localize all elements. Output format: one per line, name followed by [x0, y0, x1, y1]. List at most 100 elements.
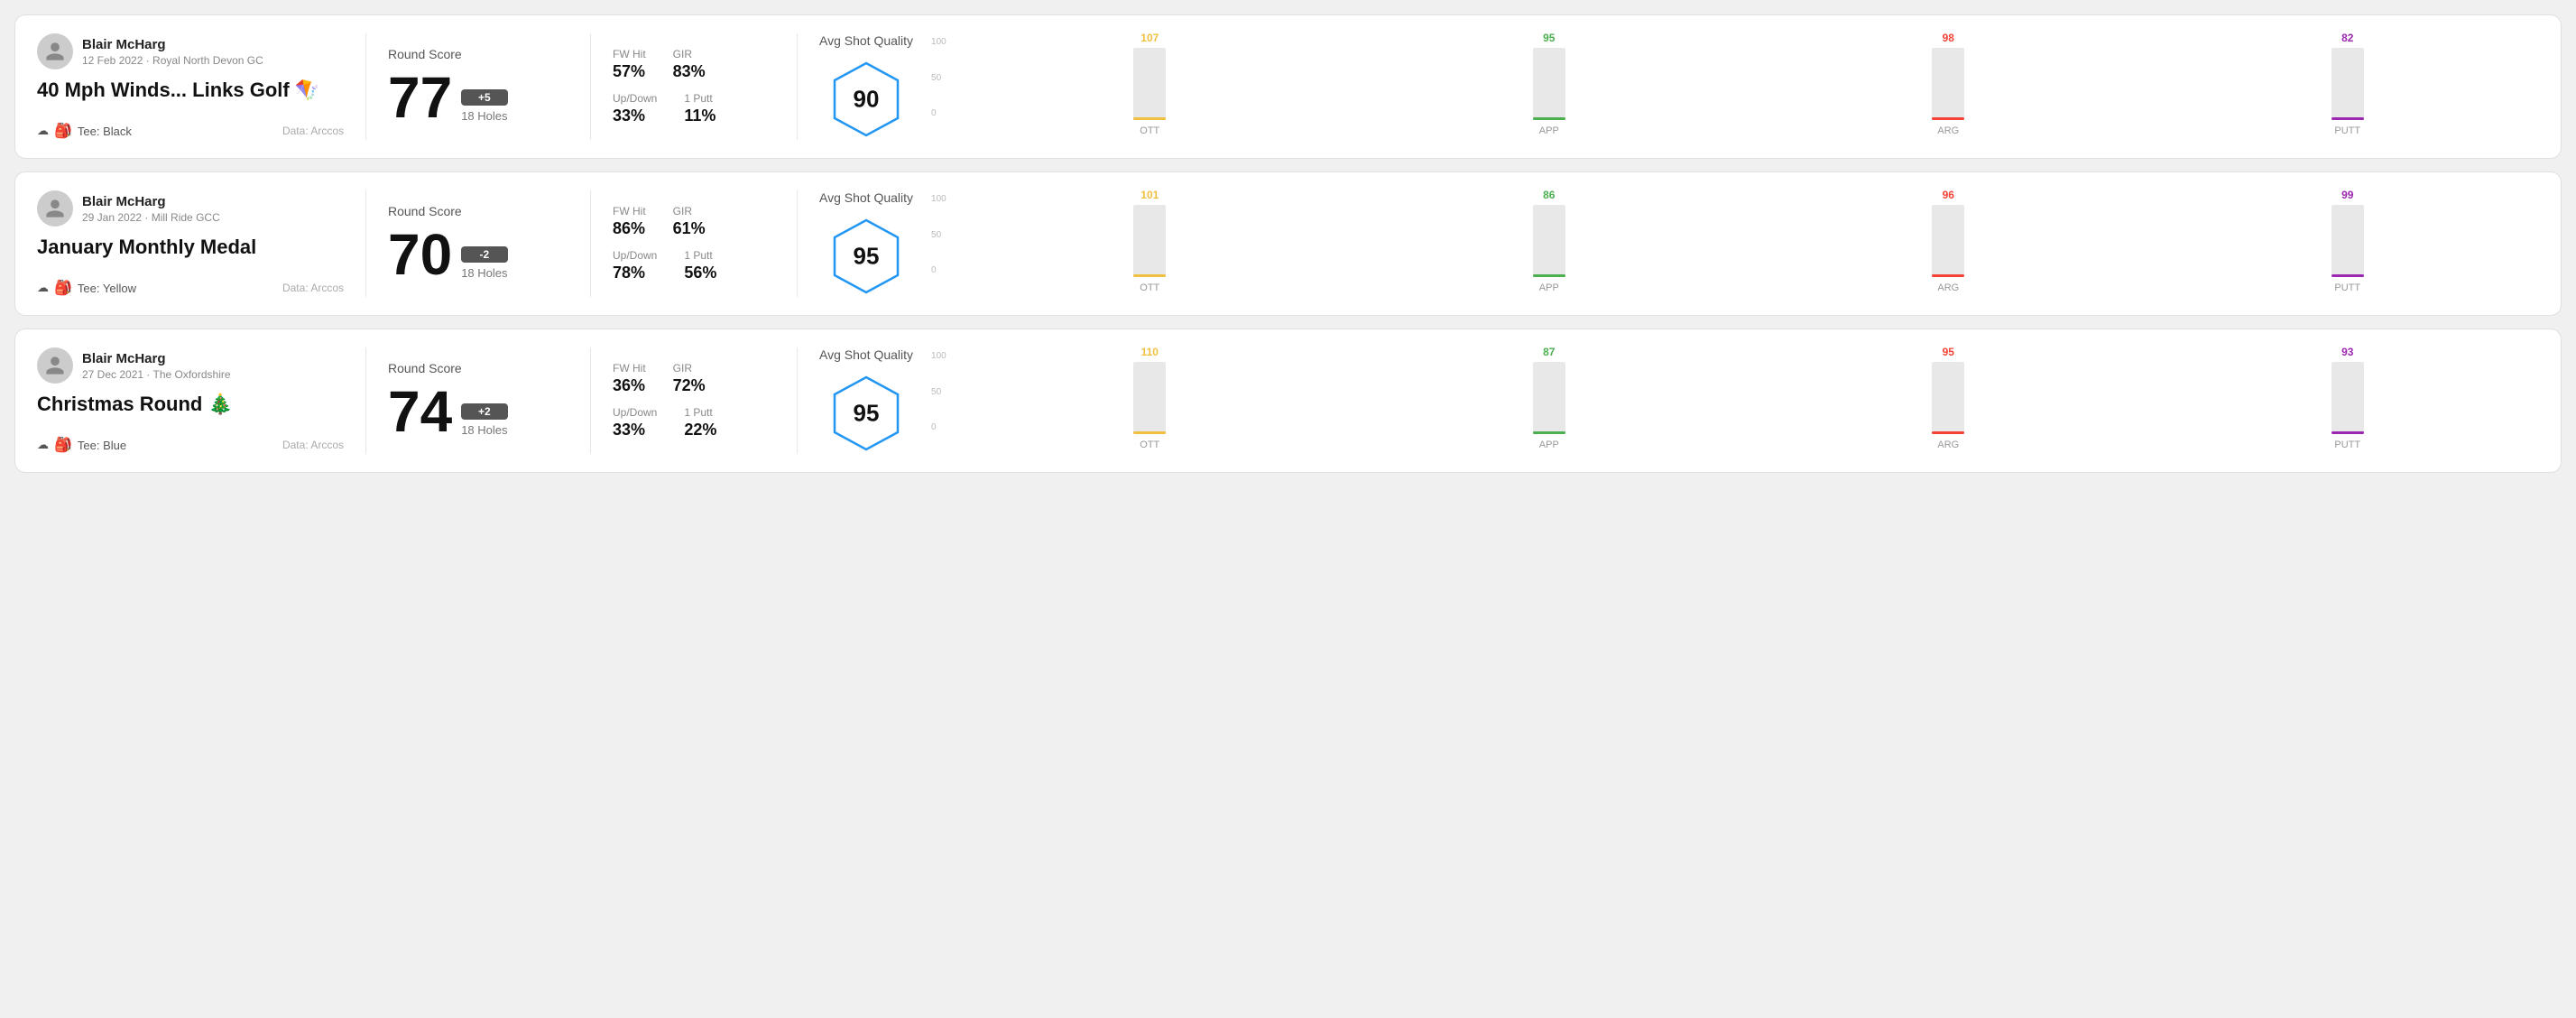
score-divider [590, 33, 591, 140]
stats-divider [797, 190, 798, 297]
bar-value-ott: 107 [1140, 32, 1159, 44]
bar-col-putt: 99 PUTT [2156, 189, 2540, 293]
card-stats: FW Hit 57% GIR 83% Up/Down 33% 1 Putt 11… [613, 33, 775, 140]
bar-bg-putt [2331, 205, 2364, 277]
round-card: Blair McHarg 29 Jan 2022 · Mill Ride GCC… [14, 171, 2562, 316]
bar-value-putt: 99 [2341, 189, 2353, 201]
bar-fill-app [1533, 431, 1565, 434]
stat-gir: GIR 72% [673, 362, 706, 395]
bag-icon: 🎒 [54, 436, 72, 454]
bar-label-app: APP [1539, 440, 1559, 450]
bar-bg-app [1533, 362, 1565, 434]
bar-fill-ott [1133, 431, 1166, 434]
y-axis: 100 50 0 [931, 194, 946, 275]
stat-fw-hit-value: 57% [613, 62, 646, 81]
y-label-50: 50 [931, 73, 946, 83]
user-name: Blair McHarg [82, 351, 231, 366]
stat-updown-label: Up/Down [613, 249, 657, 262]
card-quality: Avg Shot Quality 90 100 50 0 [819, 33, 2539, 140]
user-info: Blair McHarg 27 Dec 2021 · The Oxfordshi… [37, 347, 344, 384]
bar-bg-putt [2331, 48, 2364, 120]
score-divider [590, 190, 591, 297]
bar-label-arg: ARG [1937, 125, 1959, 136]
score-row: 77 +5 18 Holes [388, 69, 568, 126]
bar-col-arg: 95 ARG [1757, 346, 2140, 450]
stat-fw-hit: FW Hit 86% [613, 205, 646, 238]
card-score: Round Score 74 +2 18 Holes [388, 347, 568, 454]
bar-wrapper-putt [2156, 48, 2540, 120]
round-title: 40 Mph Winds... Links Golf 🪁 [37, 79, 344, 102]
bar-value-app: 95 [1543, 32, 1555, 44]
user-icon [44, 355, 66, 376]
bar-wrapper-putt [2156, 362, 2540, 434]
score-badge-holes: +2 18 Holes [461, 403, 507, 437]
bar-bg-ott [1133, 362, 1166, 434]
stat-gir-value: 72% [673, 376, 706, 395]
bar-bg-ott [1133, 48, 1166, 120]
bar-col-arg: 96 ARG [1757, 189, 2140, 293]
bar-label-arg: ARG [1937, 440, 1959, 450]
card-stats: FW Hit 86% GIR 61% Up/Down 78% 1 Putt 56… [613, 190, 775, 297]
y-axis: 100 50 0 [931, 351, 946, 432]
stat-updown-value: 33% [613, 421, 657, 440]
bag-icon: 🎒 [54, 122, 72, 140]
quality-label: Avg Shot Quality [819, 33, 913, 48]
round-title: Christmas Round 🎄 [37, 393, 344, 416]
bar-value-arg: 96 [1943, 189, 1954, 201]
stat-fw-hit: FW Hit 57% [613, 48, 646, 81]
score-badge-holes: -2 18 Holes [461, 246, 507, 280]
bar-bg-arg [1932, 362, 1964, 434]
bar-fill-ott [1133, 274, 1166, 277]
stats-row-2: Up/Down 78% 1 Putt 56% [613, 249, 775, 282]
left-divider [365, 33, 366, 140]
score-divider [590, 347, 591, 454]
hexagon: 95 [826, 373, 907, 454]
score-label: Round Score [388, 47, 568, 61]
tee-label: Tee: Blue [78, 439, 126, 452]
bar-col-app: 95 APP [1358, 32, 1741, 136]
stat-fw-hit: FW Hit 36% [613, 362, 646, 395]
tee-info: ☁ 🎒 Tee: Yellow [37, 279, 136, 297]
y-label-100: 100 [931, 351, 946, 361]
bar-fill-putt [2331, 274, 2364, 277]
quality-label: Avg Shot Quality [819, 347, 913, 362]
card-left: Blair McHarg 29 Jan 2022 · Mill Ride GCC… [37, 190, 344, 297]
bar-fill-app [1533, 274, 1565, 277]
stat-oneputt-label: 1 Putt [684, 406, 716, 419]
score-row: 70 -2 18 Holes [388, 226, 568, 283]
stat-oneputt-value: 11% [684, 106, 716, 125]
bar-wrapper-arg [1757, 48, 2140, 120]
stat-oneputt: 1 Putt 22% [684, 406, 716, 440]
y-axis: 100 50 0 [931, 37, 946, 118]
left-divider [365, 347, 366, 454]
stat-gir: GIR 61% [673, 205, 706, 238]
score-holes: 18 Holes [461, 109, 507, 123]
stat-gir-label: GIR [673, 362, 706, 375]
stat-updown-value: 78% [613, 264, 657, 282]
bar-wrapper-app [1358, 48, 1741, 120]
user-icon [44, 41, 66, 62]
round-card: Blair McHarg 27 Dec 2021 · The Oxfordshi… [14, 329, 2562, 473]
avatar [37, 347, 73, 384]
weather-icon: ☁ [37, 438, 49, 452]
stat-oneputt-value: 22% [684, 421, 716, 440]
bar-col-app: 86 APP [1358, 189, 1741, 293]
hex-score: 90 [854, 86, 880, 114]
bar-wrapper-app [1358, 205, 1741, 277]
card-footer: ☁ 🎒 Tee: Black Data: Arccos [37, 122, 344, 140]
bar-col-putt: 93 PUTT [2156, 346, 2540, 450]
bar-wrapper-ott [958, 362, 1342, 434]
data-source: Data: Arccos [282, 282, 344, 294]
bar-value-putt: 82 [2341, 32, 2353, 44]
stat-gir-label: GIR [673, 48, 706, 60]
user-name: Blair McHarg [82, 37, 263, 52]
stat-gir-value: 61% [673, 219, 706, 238]
card-left: Blair McHarg 12 Feb 2022 · Royal North D… [37, 33, 344, 140]
bar-wrapper-arg [1757, 362, 2140, 434]
hexagon-container: 90 [819, 59, 913, 140]
bar-label-putt: PUTT [2334, 125, 2360, 136]
stat-updown-value: 33% [613, 106, 657, 125]
bar-chart-section: 100 50 0 110 OTT 87 [931, 351, 2539, 450]
y-label-100: 100 [931, 37, 946, 47]
bar-fill-putt [2331, 431, 2364, 434]
